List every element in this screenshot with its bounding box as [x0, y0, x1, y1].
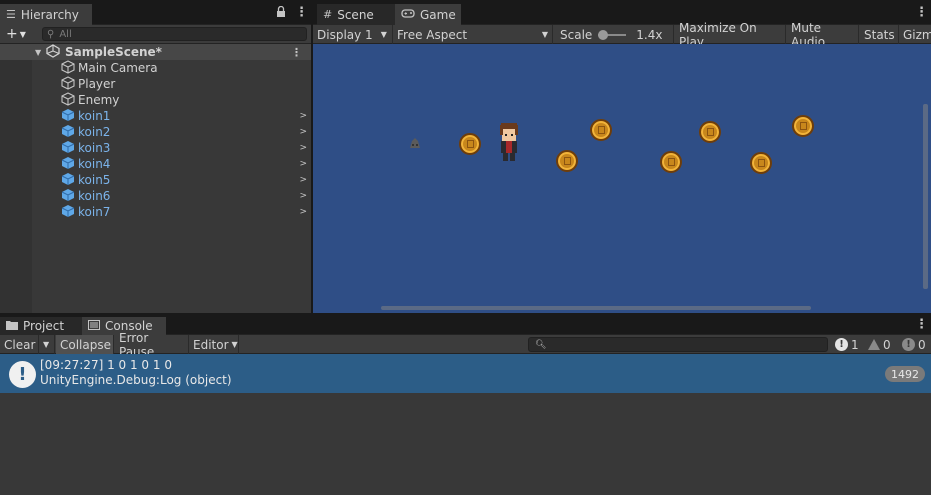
- aspect-dropdown[interactable]: Free Aspect ▼: [393, 25, 553, 44]
- tab-scene[interactable]: # Scene: [317, 4, 395, 25]
- caret-down-icon: ▼: [19, 29, 26, 39]
- console-panel: Project Console ⋮ Clear ▼ Collapse Error…: [0, 315, 931, 495]
- game-toolbar: Display 1 ▼ Free Aspect ▼ Scale 1.4x Maxim…: [313, 21, 931, 49]
- console-icon: [88, 319, 100, 333]
- prefab-icon: [61, 188, 78, 205]
- game-menu-icon[interactable]: ⋮: [915, 6, 928, 19]
- hierarchy-item-enemy[interactable]: Enemy: [0, 91, 311, 109]
- gizmos-toggle[interactable]: Gizm: [899, 25, 931, 44]
- chevron-right-icon[interactable]: >: [299, 175, 307, 185]
- hierarchy-item-koin1[interactable]: koin1 >: [0, 108, 311, 124]
- gameobject-icon: [61, 75, 78, 93]
- info-icon: !: [9, 361, 36, 388]
- log-count-toggle[interactable]: ! 1: [835, 335, 859, 354]
- expand-arrow-icon[interactable]: ▼: [35, 48, 41, 57]
- tab-game[interactable]: Game: [395, 4, 461, 25]
- lock-icon[interactable]: [276, 5, 286, 20]
- gameobject-icon: [61, 91, 78, 109]
- coin-sprite: [556, 150, 578, 172]
- chevron-right-icon[interactable]: >: [299, 127, 307, 137]
- caret-down-icon: ▼: [541, 30, 548, 39]
- error-count-toggle[interactable]: ! 0: [902, 335, 926, 354]
- console-log-entry[interactable]: ! [09:27:27] 1 0 1 0 1 0 UnityEngine.Deb…: [0, 354, 931, 393]
- chevron-right-icon[interactable]: >: [299, 191, 307, 201]
- horizontal-scrollbar[interactable]: [381, 306, 811, 310]
- coin-sprite: [660, 151, 682, 173]
- console-search-input[interactable]: 🔍︎: [528, 337, 828, 352]
- chevron-right-icon[interactable]: >: [299, 207, 307, 217]
- caret-down-icon: ▼: [380, 30, 387, 39]
- stats-toggle[interactable]: Stats: [860, 25, 899, 44]
- search-icon: ⚲: [47, 28, 55, 40]
- hierarchy-item-koin3[interactable]: koin3 >: [0, 140, 311, 156]
- scene-row[interactable]: ▼ SampleScene* ⋮: [0, 43, 311, 61]
- hierarchy-tabbar: ☰ Hierarchy ⋮: [0, 0, 311, 25]
- vertical-scrollbar[interactable]: [923, 104, 928, 289]
- player-sprite: [497, 121, 521, 163]
- gameobject-icon: [61, 59, 78, 77]
- warning-count-toggle[interactable]: 0: [868, 335, 891, 354]
- coin-sprite: [459, 133, 481, 155]
- maximize-on-play-toggle[interactable]: Maximize On Play: [675, 21, 786, 49]
- coin-sprite: [792, 115, 814, 137]
- hierarchy-search-input[interactable]: ⚲ All: [42, 27, 307, 41]
- chevron-right-icon[interactable]: >: [299, 111, 307, 121]
- console-toolbar: Clear ▼ Collapse Error Pause Editor ▼ 🔍︎ …: [0, 331, 931, 359]
- scale-slider-knob[interactable]: [598, 29, 609, 40]
- gamepad-icon: [401, 8, 415, 21]
- coin-sprite: [590, 119, 612, 141]
- hierarchy-item-koin5[interactable]: koin5 >: [0, 172, 311, 188]
- plus-icon: +: [6, 26, 18, 42]
- scale-control[interactable]: Scale 1.4x: [556, 25, 674, 44]
- console-menu-icon[interactable]: ⋮: [915, 318, 928, 331]
- unity-scene-icon: [46, 43, 60, 61]
- enemy-sprite: [408, 136, 422, 150]
- scene-menu-icon[interactable]: ⋮: [291, 46, 302, 59]
- caret-down-icon: ▼: [43, 340, 50, 349]
- warning-icon: [868, 339, 880, 350]
- hierarchy-item-player[interactable]: Player: [0, 75, 311, 93]
- hierarchy-item-koin4[interactable]: koin4 >: [0, 156, 311, 172]
- list-icon: ☰: [6, 8, 16, 21]
- error-icon: !: [902, 338, 915, 351]
- game-panel: # Scene Game ⋮ Display 1 ▼ Free Aspect ▼ S…: [313, 0, 931, 313]
- coin-sprite: [699, 121, 721, 143]
- prefab-icon: [61, 172, 78, 189]
- hierarchy-item-koin2[interactable]: koin2 >: [0, 124, 311, 140]
- prefab-icon: [61, 124, 78, 141]
- prefab-icon: [61, 156, 78, 173]
- hierarchy-item-koin7[interactable]: koin7 >: [0, 204, 311, 220]
- hierarchy-item-koin6[interactable]: koin6 >: [0, 188, 311, 204]
- game-viewport[interactable]: [313, 44, 931, 313]
- info-icon: !: [835, 338, 848, 351]
- caret-down-icon: ▼: [231, 340, 238, 349]
- log-collapse-count-badge: 1492: [885, 366, 925, 382]
- editor-dropdown[interactable]: Editor ▼: [189, 335, 239, 354]
- hierarchy-toolbar: + ▼ ⚲ All: [0, 25, 311, 44]
- hierarchy-panel: ☰ Hierarchy ⋮ + ▼ ⚲ All ▼ SampleScene* ⋮ …: [0, 0, 311, 313]
- mute-audio-toggle[interactable]: Mute Audio: [787, 21, 859, 49]
- scale-slider[interactable]: [598, 29, 627, 40]
- hierarchy-menu-icon[interactable]: ⋮: [295, 6, 308, 19]
- collapse-toggle[interactable]: Collapse: [56, 335, 114, 354]
- prefab-icon: [61, 204, 78, 221]
- hierarchy-item-main-camera[interactable]: Main Camera: [0, 59, 311, 77]
- display-dropdown[interactable]: Display 1 ▼: [313, 25, 393, 44]
- tab-project[interactable]: Project: [0, 317, 82, 335]
- hierarchy-tree: ▼ SampleScene* ⋮ Main Camera Player Enem…: [0, 43, 311, 220]
- chevron-right-icon[interactable]: >: [299, 143, 307, 153]
- prefab-icon: [61, 108, 78, 125]
- clear-button[interactable]: Clear: [0, 335, 39, 354]
- tab-hierarchy[interactable]: ☰ Hierarchy: [0, 4, 92, 25]
- prefab-icon: [61, 140, 78, 157]
- chevron-right-icon[interactable]: >: [299, 159, 307, 169]
- create-button[interactable]: + ▼: [0, 25, 34, 44]
- coin-sprite: [750, 152, 772, 174]
- clear-options-dropdown[interactable]: ▼: [39, 335, 55, 354]
- folder-icon: [6, 320, 18, 333]
- error-pause-toggle[interactable]: Error Pause: [115, 331, 189, 359]
- grid-icon: #: [323, 8, 333, 21]
- search-icon: 🔍︎: [535, 339, 547, 350]
